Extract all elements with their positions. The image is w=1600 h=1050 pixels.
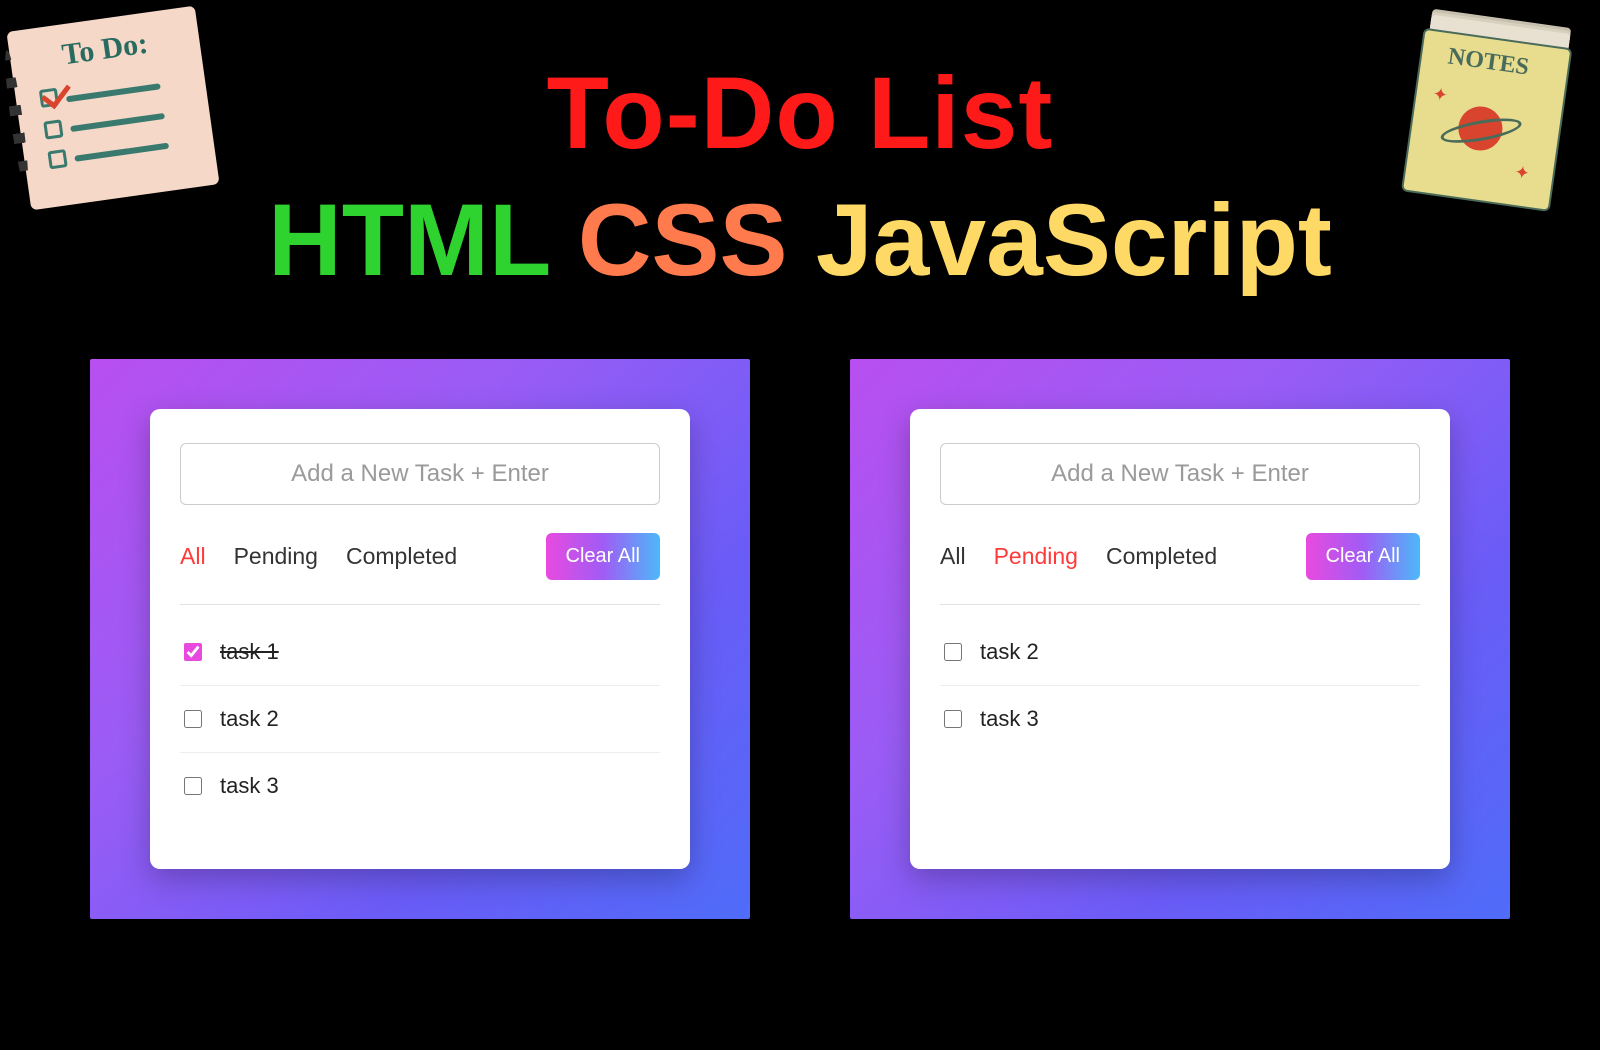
todo-app-right: All Pending Completed Clear All task 2 t… [850,359,1510,919]
todo-card: All Pending Completed Clear All task 2 t… [910,409,1450,869]
new-task-input[interactable] [180,443,660,505]
task-row: task 1 [180,619,660,686]
task-row: task 3 [180,753,660,819]
task-list: task 2 task 3 [940,619,1420,752]
filter-pending[interactable]: Pending [234,543,318,570]
task-label: task 1 [220,639,279,665]
task-checkbox[interactable] [944,643,962,661]
task-checkbox[interactable] [944,710,962,728]
filter-completed[interactable]: Completed [1106,543,1217,570]
todo-card: All Pending Completed Clear All task 1 t… [150,409,690,869]
task-label: task 3 [220,773,279,799]
filter-pending[interactable]: Pending [994,543,1078,570]
task-row: task 3 [940,686,1420,752]
page-title: To-Do List [0,55,1600,172]
task-checkbox[interactable] [184,777,202,795]
new-task-input[interactable] [940,443,1420,505]
todo-notepad-icon: To Do: [6,6,219,211]
clear-all-button[interactable]: Clear All [1306,533,1420,580]
filter-completed[interactable]: Completed [346,543,457,570]
task-row: task 2 [180,686,660,753]
tech-js: JavaScript [816,183,1332,297]
task-list: task 1 task 2 task 3 [180,619,660,819]
filter-all[interactable]: All [940,543,966,570]
task-label: task 2 [980,639,1039,665]
task-row: task 2 [940,619,1420,686]
filter-all[interactable]: All [180,543,206,570]
task-checkbox[interactable] [184,643,202,661]
filter-tabs: All Pending Completed [940,543,1217,570]
clear-all-button[interactable]: Clear All [546,533,660,580]
todo-app-left: All Pending Completed Clear All task 1 t… [90,359,750,919]
filter-tabs: All Pending Completed [180,543,457,570]
tech-html: HTML [268,183,549,297]
task-label: task 3 [980,706,1039,732]
todo-notepad-label: To Do: [60,27,150,73]
task-label: task 2 [220,706,279,732]
notes-book-icon: NOTES ✦ ✦ [1400,18,1583,219]
page-subtitle: HTML CSS JavaScript [0,182,1600,299]
task-checkbox[interactable] [184,710,202,728]
tech-css: CSS [578,183,788,297]
